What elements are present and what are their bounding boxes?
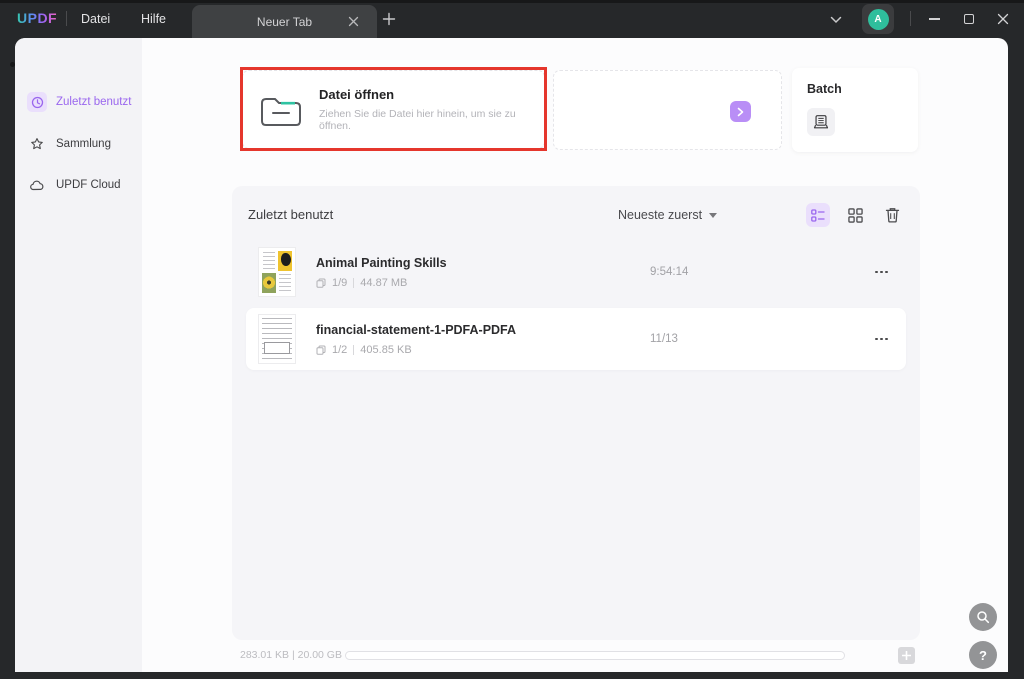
app-window: UPDF Datei Hilfe Neuer Tab A Zuletzt ben… — [0, 0, 1024, 679]
open-card-text: Datei öffnen Ziehen Sie die Datei hier h… — [319, 87, 544, 132]
tab-neuer-tab[interactable]: Neuer Tab — [192, 5, 377, 38]
file-row[interactable]: financial-statement-1-PDFA-PDFA 1/2 405.… — [246, 308, 906, 370]
content-area: Zuletzt benutzt Sammlung UPDF Cloud Date… — [15, 38, 1008, 672]
batch-icon — [807, 108, 835, 136]
more-options-icon[interactable] — [873, 265, 890, 280]
updf-logo: UPDF — [17, 10, 58, 26]
file-pages: 1/2 — [332, 343, 348, 356]
file-size: 44.87 MB — [360, 276, 408, 289]
file-meta: 1/2 405.85 KB — [316, 344, 516, 356]
file-pages: 1/9 — [332, 276, 348, 289]
search-fab[interactable] — [969, 603, 997, 631]
file-name: financial-statement-1-PDFA-PDFA — [316, 322, 517, 337]
open-card-title: Datei öffnen — [319, 87, 395, 102]
meta-divider — [353, 344, 355, 355]
cloud-icon — [27, 175, 47, 195]
question-mark-icon: ? — [979, 647, 987, 663]
trash-icon[interactable] — [880, 203, 904, 227]
file-time: 11/13 — [650, 333, 678, 345]
sort-dropdown[interactable]: Neueste zuerst — [618, 208, 718, 222]
titlebar-divider — [66, 11, 67, 26]
sidebar-item-updf-cloud[interactable]: UPDF Cloud — [27, 175, 121, 195]
file-info: financial-statement-1-PDFA-PDFA 1/2 405.… — [316, 323, 516, 356]
add-storage-button[interactable] — [898, 647, 915, 664]
help-fab[interactable]: ? — [969, 641, 997, 669]
sidebar-item-zuletzt-benutzt[interactable]: Zuletzt benutzt — [27, 92, 131, 112]
meta-divider — [353, 277, 355, 288]
tab-label: Neuer Tab — [256, 14, 313, 29]
file-time: 9:54:14 — [650, 266, 689, 278]
sidebar-item-label: Zuletzt benutzt — [56, 96, 132, 108]
sidebar-item-label: UPDF Cloud — [56, 179, 121, 191]
titlebar: UPDF Datei Hilfe Neuer Tab A — [0, 0, 1024, 38]
pages-icon — [316, 278, 326, 288]
file-name: Animal Painting Skills — [316, 255, 447, 270]
file-thumbnail — [258, 314, 296, 364]
file-size: 405.85 KB — [360, 343, 412, 356]
titlebar-divider — [910, 11, 911, 26]
recent-files-panel: Zuletzt benutzt Neueste zuerst Animal Pa… — [232, 186, 920, 640]
sidebar-item-label: Sammlung — [56, 138, 111, 150]
open-card-subtitle: Ziehen Sie die Datei hier hinein, um sie… — [319, 108, 516, 132]
recent-panel-title: Zuletzt benutzt — [248, 207, 334, 222]
file-row[interactable]: Animal Painting Skills 1/9 44.87 MB 9:54… — [246, 241, 906, 303]
drop-zone-card[interactable] — [553, 70, 782, 150]
folder-icon — [259, 92, 303, 128]
file-meta: 1/9 44.87 MB — [316, 277, 447, 289]
file-thumbnail — [258, 247, 296, 297]
search-icon — [977, 611, 990, 624]
menu-datei[interactable]: Datei — [81, 12, 110, 26]
avatar: A — [867, 8, 889, 30]
new-tab-icon[interactable] — [382, 12, 396, 26]
more-options-icon[interactable] — [873, 332, 890, 347]
file-info: Animal Painting Skills 1/9 44.87 MB — [316, 256, 447, 289]
menu-hilfe[interactable]: Hilfe — [141, 12, 166, 26]
grid-view-icon[interactable] — [843, 203, 867, 227]
pages-icon — [316, 345, 326, 355]
sort-label: Neueste zuerst — [618, 208, 703, 222]
open-file-card[interactable]: Datei öffnen Ziehen Sie die Datei hier h… — [242, 70, 545, 149]
star-icon — [27, 134, 47, 154]
storage-progress-bar — [345, 651, 845, 660]
storage-usage-label: 283.01 KB | 20.00 GB — [240, 649, 342, 661]
batch-card[interactable]: Batch — [792, 68, 918, 152]
chevron-down-icon[interactable] — [830, 16, 842, 24]
batch-card-title: Batch — [807, 82, 842, 96]
caret-down-icon — [709, 212, 718, 218]
account-button[interactable]: A — [862, 4, 894, 34]
view-toggle-group — [806, 203, 904, 227]
clock-icon — [27, 92, 47, 112]
expand-chevron-badge[interactable] — [730, 101, 751, 122]
sidebar: Zuletzt benutzt Sammlung UPDF Cloud — [15, 38, 142, 672]
list-view-icon[interactable] — [806, 203, 830, 227]
minimize-button[interactable] — [925, 10, 943, 28]
close-button[interactable] — [994, 10, 1012, 28]
sidebar-item-sammlung[interactable]: Sammlung — [27, 134, 111, 154]
maximize-button[interactable] — [960, 10, 978, 28]
tab-close-icon[interactable] — [348, 16, 359, 27]
